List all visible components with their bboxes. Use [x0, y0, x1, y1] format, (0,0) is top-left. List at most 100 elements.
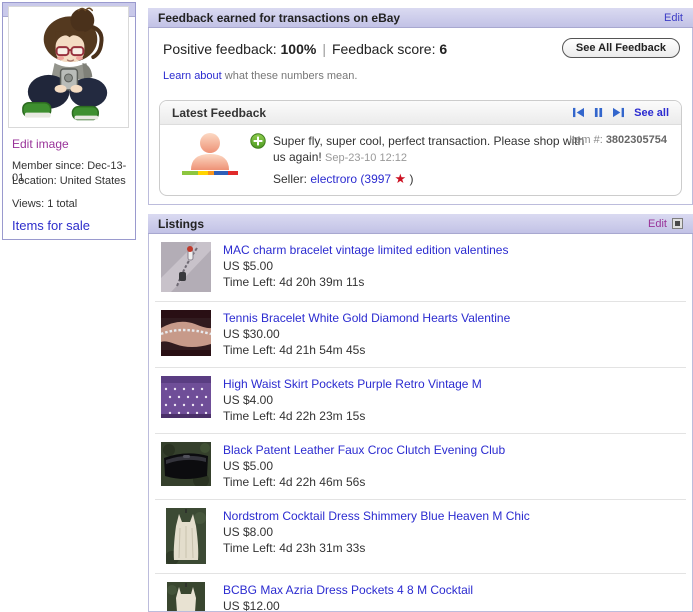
views-value: 1 total	[47, 198, 77, 210]
listing-thumbnail[interactable]	[159, 242, 213, 292]
listing-price: US $4.00	[223, 392, 482, 408]
seller-name-link[interactable]: electroro	[310, 172, 357, 186]
location: Location: United States	[12, 175, 126, 187]
time-left-value: 4d 21h 54m 45s	[279, 343, 365, 357]
listing-thumbnail[interactable]	[159, 442, 213, 490]
listing-row: BCBG Max Azria Dress Pockets 4 8 M Cockt…	[155, 574, 686, 612]
item-number-line: Item #: 3802305754	[569, 134, 667, 146]
listing-details: Tennis Bracelet White Gold Diamond Heart…	[223, 310, 510, 358]
listing-price: US $30.00	[223, 326, 510, 342]
listing-title-link[interactable]: Tennis Bracelet White Gold Diamond Heart…	[223, 311, 510, 325]
feedback-edit-link[interactable]: Edit	[664, 12, 683, 24]
latest-feedback-content: Super fly, super cool, perfect transacti…	[160, 125, 681, 196]
views: Views: 1 total	[12, 198, 77, 210]
learn-about-text: what these numbers mean.	[225, 70, 358, 82]
time-left-value: 4d 22h 46m 56s	[279, 475, 365, 489]
listing-details: BCBG Max Azria Dress Pockets 4 8 M Cockt…	[223, 582, 473, 612]
listing-time-left: Time Left: 4d 20h 39m 11s	[223, 274, 508, 290]
listing-title-link[interactable]: BCBG Max Azria Dress Pockets 4 8 M Cockt…	[223, 583, 473, 597]
time-left-label: Time Left:	[223, 475, 276, 489]
learn-about-line: Learn about what these numbers mean.	[163, 70, 357, 82]
listing-thumbnail[interactable]	[159, 376, 213, 424]
item-number-value: 3802305754	[606, 134, 667, 146]
member-avatar-illustration	[9, 7, 128, 127]
learn-about-link[interactable]: Learn about	[163, 70, 222, 82]
listing-price: US $5.00	[223, 258, 508, 274]
listing-time-left: Time Left: 4d 21h 54m 45s	[223, 342, 510, 358]
location-value: United States	[60, 175, 126, 187]
feedback-module-title: Feedback earned for transactions on eBay	[158, 11, 400, 25]
stats-divider: |	[316, 41, 332, 57]
listing-price: US $12.00	[223, 598, 473, 612]
listing-title-link[interactable]: High Waist Skirt Pockets Purple Retro Vi…	[223, 377, 482, 391]
item-number-label: Item #:	[569, 134, 603, 146]
time-left-value: 4d 20h 39m 11s	[279, 275, 364, 289]
listing-row: Tennis Bracelet White Gold Diamond Heart…	[155, 302, 686, 368]
member-since-label: Member since:	[12, 160, 84, 172]
positive-feedback-value: 100%	[281, 41, 317, 57]
listings-module-header: Listings Edit	[148, 214, 693, 234]
time-left-value: 4d 22h 23m 15s	[279, 409, 365, 423]
views-label: Views:	[12, 198, 44, 210]
listing-title-link[interactable]: Nordstrom Cocktail Dress Shimmery Blue H…	[223, 509, 530, 523]
default-member-avatar	[187, 132, 233, 175]
seller-label: Seller:	[273, 172, 307, 186]
latest-feedback-title: Latest Feedback	[172, 106, 266, 120]
plus-circle-icon	[250, 133, 266, 149]
listing-details: Nordstrom Cocktail Dress Shimmery Blue H…	[223, 508, 530, 564]
items-for-sale-link[interactable]: Items for sale	[12, 218, 90, 233]
latest-feedback-header: Latest Feedback See all	[160, 101, 681, 125]
feedback-module-header: Feedback earned for transactions on eBay…	[148, 8, 693, 28]
time-left-label: Time Left:	[223, 343, 276, 357]
listings-rows: MAC charm bracelet vintage limited editi…	[149, 234, 692, 612]
listings-module-body: MAC charm bracelet vintage limited editi…	[148, 234, 693, 612]
collapse-icon[interactable]	[672, 218, 683, 229]
listing-time-left: Time Left: 4d 22h 46m 56s	[223, 474, 505, 490]
seller-score-link[interactable]: 3997	[364, 172, 391, 186]
listing-price: US $5.00	[223, 458, 505, 474]
feedback-stats: Positive feedback: 100%|Feedback score: …	[163, 41, 447, 57]
see-all-feedback-button[interactable]: See All Feedback	[562, 38, 680, 58]
seller-line: Seller: electroro (3997 ★ )	[273, 171, 591, 187]
time-left-value: 4d 23h 31m 33s	[279, 541, 365, 555]
feedback-comment: Super fly, super cool, perfect transacti…	[273, 134, 584, 164]
listing-thumbnail[interactable]	[159, 310, 213, 358]
member-avatar	[8, 6, 129, 128]
listing-title-link[interactable]: MAC charm bracelet vintage limited editi…	[223, 243, 508, 257]
listings-module-title: Listings	[158, 217, 204, 231]
listing-details: High Waist Skirt Pockets Purple Retro Vi…	[223, 376, 482, 424]
location-label: Location:	[12, 175, 57, 187]
time-left-label: Time Left:	[223, 275, 276, 289]
listing-time-left: Time Left: 4d 22h 23m 15s	[223, 408, 482, 424]
skip-next-icon[interactable]	[612, 107, 625, 118]
pause-icon[interactable]	[594, 107, 603, 118]
latest-feedback-box: Latest Feedback See all	[159, 100, 682, 196]
feedback-module-body: Positive feedback: 100%|Feedback score: …	[148, 28, 693, 205]
positive-feedback-label: Positive feedback:	[163, 41, 277, 57]
listing-row: High Waist Skirt Pockets Purple Retro Vi…	[155, 368, 686, 434]
seller-score-close: )	[409, 172, 413, 186]
listing-row: MAC charm bracelet vintage limited editi…	[155, 234, 686, 302]
skip-previous-icon[interactable]	[572, 107, 585, 118]
listing-details: MAC charm bracelet vintage limited editi…	[223, 242, 508, 292]
listing-price: US $8.00	[223, 524, 530, 540]
avatar-color-bar	[182, 171, 238, 175]
listing-thumbnail[interactable]	[159, 508, 213, 564]
listing-row: Black Patent Leather Faux Croc Clutch Ev…	[155, 434, 686, 500]
listing-details: Black Patent Leather Faux Croc Clutch Ev…	[223, 442, 505, 490]
feedback-timestamp: Sep-23-10 12:12	[325, 152, 407, 164]
listing-title-link[interactable]: Black Patent Leather Faux Croc Clutch Ev…	[223, 443, 505, 457]
time-left-label: Time Left:	[223, 409, 276, 423]
feedback-score-label: Feedback score:	[332, 41, 436, 57]
listing-thumbnail[interactable]	[159, 582, 213, 612]
profile-sidebar: Edit image Member since: Dec-13-01 Locat…	[2, 2, 136, 240]
feedback-score-value: 6	[439, 41, 447, 57]
latest-feedback-see-all-link[interactable]: See all	[634, 107, 669, 119]
listing-time-left: Time Left: 4d 23h 31m 33s	[223, 540, 530, 556]
avatar-silhouette-icon	[187, 132, 233, 170]
time-left-label: Time Left:	[223, 541, 276, 555]
edit-image-link[interactable]: Edit image	[12, 137, 69, 151]
listings-edit-link[interactable]: Edit	[648, 218, 667, 230]
red-star-icon[interactable]: ★	[394, 171, 406, 186]
listing-row: Nordstrom Cocktail Dress Shimmery Blue H…	[155, 500, 686, 574]
